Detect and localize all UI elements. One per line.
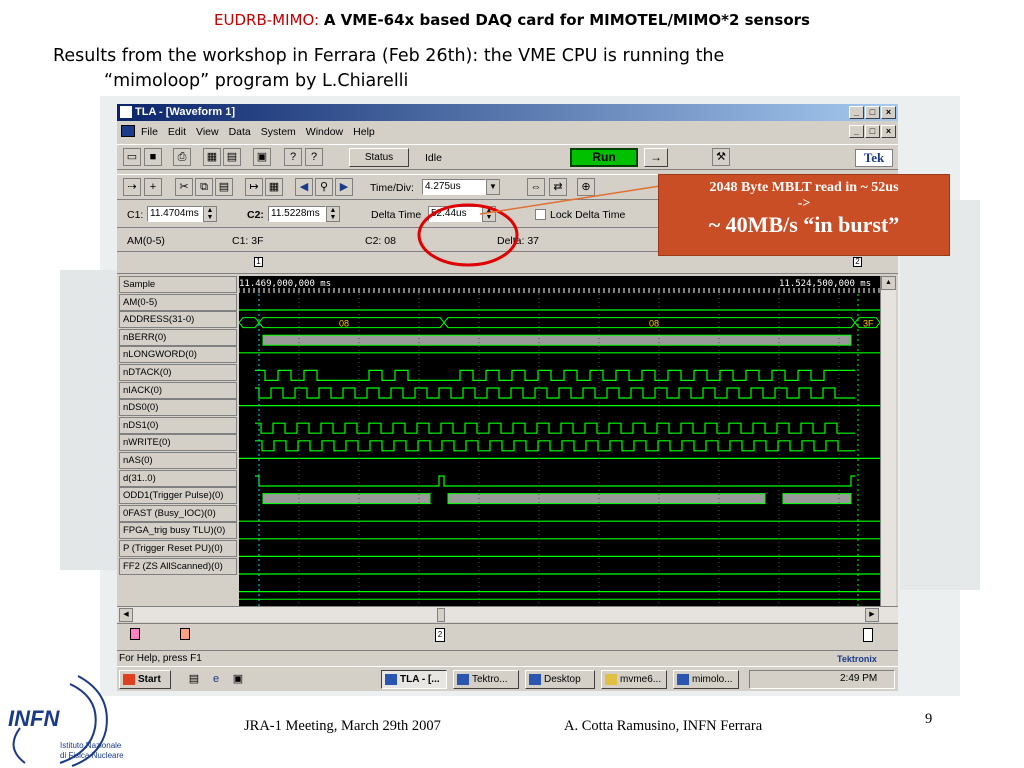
slide: EUDRB-MIMO: A VME-64x based DAQ card for… bbox=[0, 0, 1024, 768]
callout-line1: 2048 Byte MBLT read in ~ 52us bbox=[709, 180, 899, 195]
infn-logo-name: INFN bbox=[8, 706, 60, 731]
infn-logo: INFN Istituto Nazionale di Fisica Nuclea… bbox=[0, 668, 150, 768]
infn-logo-graphic: INFN Istituto Nazionale di Fisica Nuclea… bbox=[8, 675, 124, 767]
footer-meeting: JRA-1 Meeting, March 29th 2007 bbox=[244, 718, 441, 734]
page-number: 9 bbox=[925, 711, 933, 727]
footer-author: A. Cotta Ramusino, INFN Ferrara bbox=[564, 718, 763, 734]
callout-line3: ~ 40MB/s “in burst” bbox=[708, 212, 900, 237]
annotation-ellipse bbox=[417, 203, 519, 267]
infn-logo-line1: Istituto Nazionale bbox=[60, 741, 122, 750]
infn-logo-line2: di Fisica Nucleare bbox=[60, 751, 124, 760]
annotation-pointer bbox=[479, 185, 661, 215]
callout-box: 2048 Byte MBLT read in ~ 52us -> ~ 40MB/… bbox=[658, 174, 950, 256]
infn-arc-3 bbox=[12, 727, 26, 764]
annotation-layer bbox=[417, 185, 661, 267]
callout-line2: -> bbox=[797, 196, 811, 211]
